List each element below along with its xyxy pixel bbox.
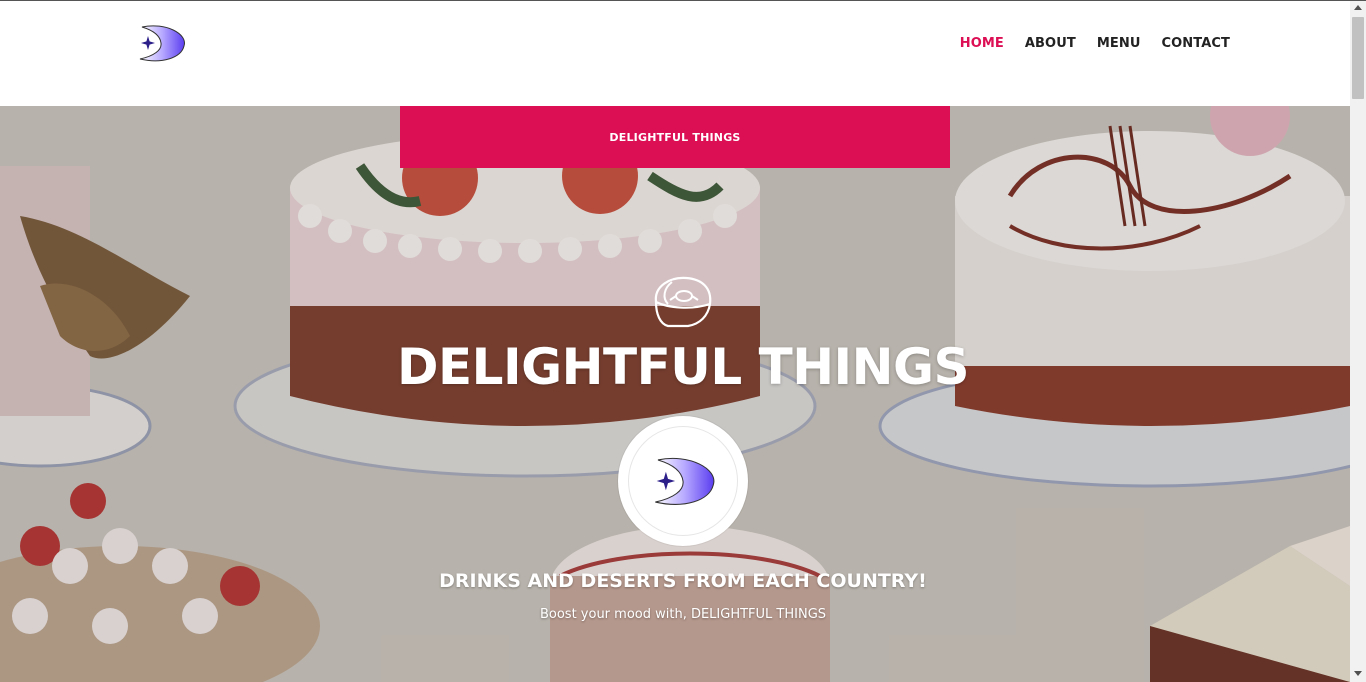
nav-menu-link[interactable]: MENU <box>1097 36 1141 51</box>
nav-home-link[interactable]: HOME <box>960 36 1004 51</box>
main-nav: HOME ABOUT MENU CONTACT <box>960 36 1230 51</box>
scroll-down-arrow-icon[interactable] <box>1354 671 1362 676</box>
nav-contact-link[interactable]: CONTACT <box>1162 36 1231 51</box>
hero-banner: DELIGHTFUL THINGS <box>400 106 950 168</box>
scroll-thumb[interactable] <box>1352 17 1364 99</box>
cake-outline-icon <box>650 274 716 330</box>
hero-center-logo <box>618 416 748 546</box>
page-scrollbar[interactable] <box>1350 1 1366 682</box>
hero-subtitle: DRINKS AND DESERTS FROM EACH COUNTRY! <box>439 570 927 592</box>
hero-section: DELIGHTFUL THINGS DELIGHTFUL THINGS DRIN… <box>0 106 1350 682</box>
hero-title: DELIGHTFUL THINGS <box>396 338 970 396</box>
site-header: HOME ABOUT MENU CONTACT <box>0 1 1350 106</box>
crescent-star-logo-icon <box>139 25 185 62</box>
hero-banner-text: DELIGHTFUL THINGS <box>609 130 741 144</box>
nav-about-link[interactable]: ABOUT <box>1025 36 1076 51</box>
site-logo[interactable] <box>136 24 186 62</box>
crescent-star-logo-icon <box>655 457 715 505</box>
scroll-up-arrow-icon[interactable] <box>1354 5 1362 10</box>
hero-tagline: Boost your mood with, DELIGHTFUL THINGS <box>539 607 827 622</box>
